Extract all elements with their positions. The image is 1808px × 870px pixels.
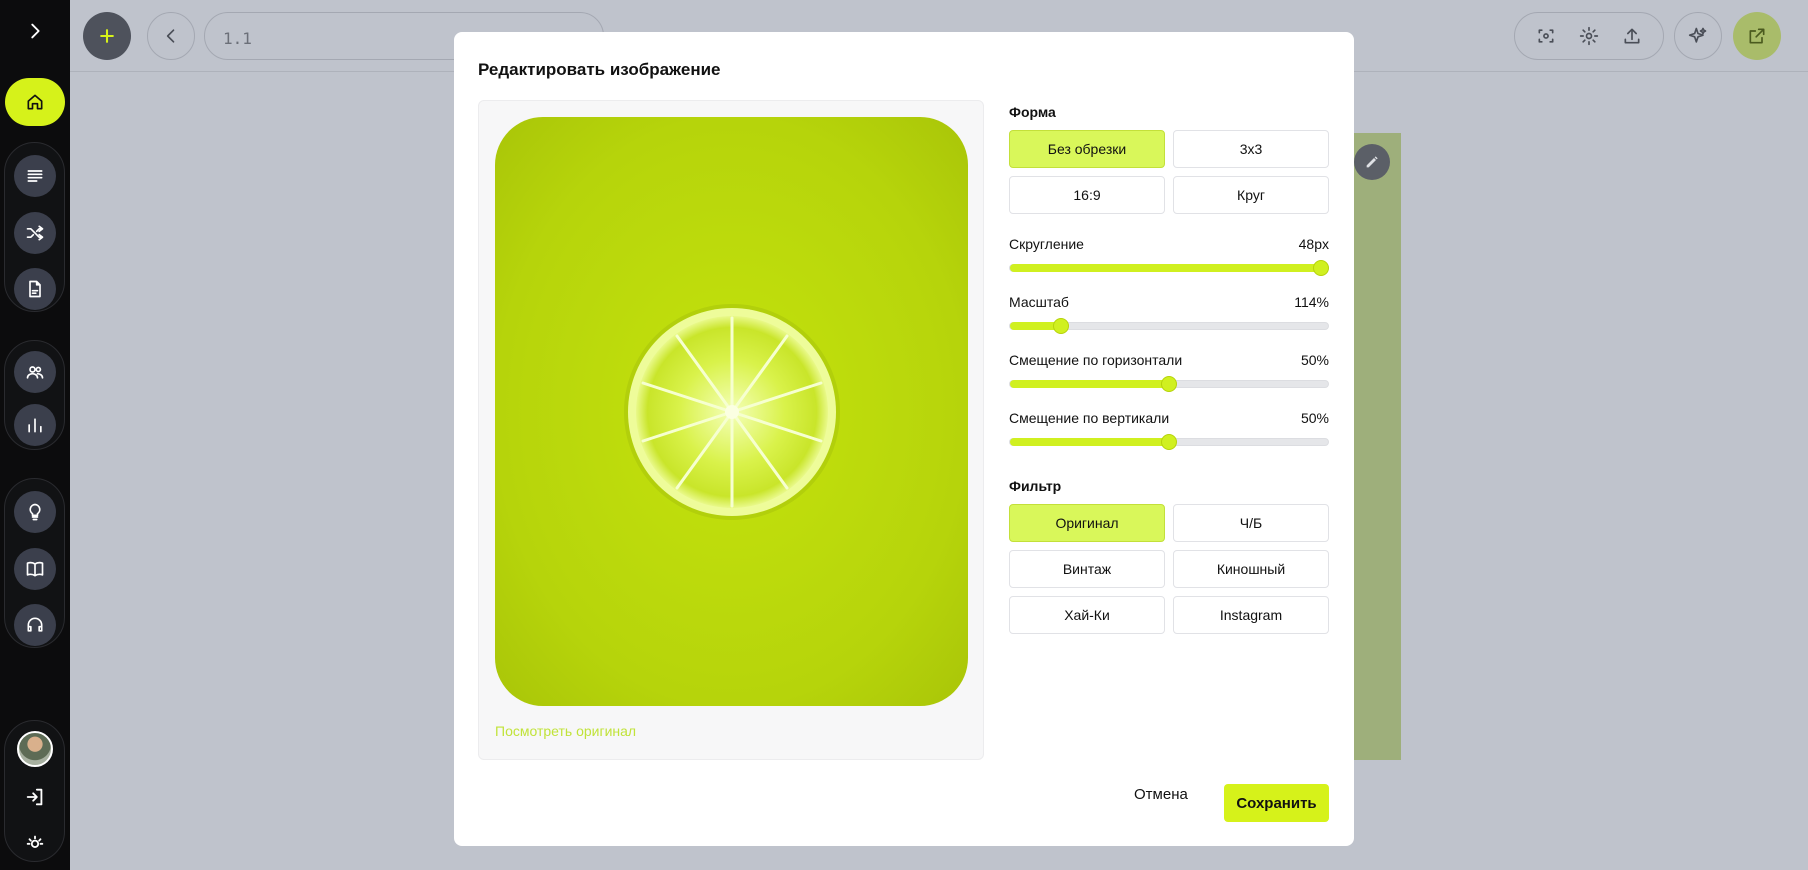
rounding-label: Скругление	[1009, 236, 1084, 252]
slider-fill	[1010, 380, 1169, 388]
view-original-link[interactable]: Посмотреть оригинал	[495, 723, 636, 739]
sidebar-group-analytics	[4, 340, 65, 450]
support-button[interactable]	[13, 604, 56, 646]
rounding-slider[interactable]	[1009, 260, 1329, 276]
gear-icon	[1579, 26, 1599, 46]
slider-thumb[interactable]	[1161, 434, 1177, 450]
slider-thumb[interactable]	[1313, 260, 1329, 276]
scan-eye-icon	[1538, 29, 1554, 43]
preview-button[interactable]	[1536, 26, 1556, 46]
shape-option-16-9[interactable]: 16:9	[1009, 176, 1165, 214]
image-preview-panel: Посмотреть оригинал	[478, 100, 984, 760]
scale-label: Масштаб	[1009, 294, 1069, 310]
vertical-offset-label: Смещение по вертикали	[1009, 410, 1170, 426]
vertical-offset-slider-block: Смещение по вертикали 50%	[1009, 410, 1329, 450]
scale-slider[interactable]	[1009, 318, 1329, 334]
text-lines-icon	[27, 170, 43, 182]
edit-image-dialog: Редактировать изображение Посмотреть ори…	[454, 32, 1354, 846]
filter-options: Оригинал Ч/Б Винтаж Киношный Хай-Ки Inst…	[1009, 504, 1329, 634]
filter-option-bw[interactable]: Ч/Б	[1173, 504, 1329, 542]
sparkles-icon	[1688, 27, 1707, 43]
slider-thumb[interactable]	[1161, 376, 1177, 392]
background-edit-button[interactable]	[1354, 144, 1390, 180]
scale-value: 114%	[1294, 294, 1329, 310]
slider-fill	[1010, 438, 1169, 446]
shape-option-no-crop[interactable]: Без обрезки	[1009, 130, 1165, 168]
ideas-button[interactable]	[13, 491, 56, 533]
chevron-left-icon	[166, 29, 175, 43]
vertical-offset-slider[interactable]	[1009, 434, 1329, 450]
book-icon	[26, 561, 43, 577]
open-external-button[interactable]	[1733, 12, 1781, 60]
shuffle-icon	[26, 225, 43, 241]
filter-option-cinematic[interactable]: Киношный	[1173, 550, 1329, 588]
filter-option-vintage[interactable]: Винтаж	[1009, 550, 1165, 588]
upload-icon	[1624, 28, 1640, 44]
sidebar-group-content	[4, 142, 65, 312]
shuffle-button[interactable]	[13, 212, 56, 254]
image-preview	[495, 117, 968, 706]
home-icon	[27, 94, 43, 110]
external-link-icon	[1749, 28, 1765, 44]
horizontal-offset-label: Смещение по горизонтали	[1009, 352, 1183, 368]
document-button[interactable]	[13, 268, 56, 310]
expand-sidebar-button[interactable]	[24, 20, 46, 42]
horizontal-offset-value: 50%	[1300, 352, 1329, 368]
analytics-button[interactable]	[13, 404, 56, 446]
shape-section-label: Форма	[1009, 104, 1056, 120]
vertical-offset-value: 50%	[1300, 410, 1329, 426]
home-button[interactable]	[5, 78, 65, 126]
rounding-slider-block: Скругление 48px	[1009, 236, 1329, 276]
upload-button[interactable]	[1622, 26, 1642, 46]
logout-button[interactable]	[24, 786, 46, 808]
document-icon	[28, 280, 41, 298]
sidebar-group-account	[4, 720, 65, 862]
add-button[interactable]	[83, 12, 131, 60]
bar-chart-icon	[27, 418, 42, 433]
knowledge-base-button[interactable]	[13, 548, 56, 590]
sun-icon	[26, 835, 43, 848]
headset-icon	[27, 617, 43, 632]
horizontal-offset-slider[interactable]	[1009, 376, 1329, 392]
lime-slice-image	[623, 303, 840, 520]
ai-button[interactable]	[1674, 12, 1722, 60]
logout-icon	[26, 788, 42, 806]
filter-option-instagram[interactable]: Instagram	[1173, 596, 1329, 634]
pencil-icon	[1366, 156, 1378, 168]
text-button[interactable]	[13, 155, 56, 197]
dialog-title: Редактировать изображение	[478, 60, 721, 79]
shape-options: Без обрезки 3х3 16:9 Круг	[1009, 130, 1329, 214]
background-image-block	[1353, 133, 1401, 760]
users-icon	[26, 366, 43, 379]
rounding-value: 48px	[1298, 236, 1329, 252]
theme-toggle[interactable]	[24, 831, 46, 853]
save-button[interactable]: Сохранить	[1224, 784, 1329, 822]
sidebar-group-help	[4, 478, 65, 648]
filter-option-original[interactable]: Оригинал	[1009, 504, 1165, 542]
cancel-button[interactable]: Отмена	[1134, 786, 1188, 803]
slider-thumb[interactable]	[1052, 318, 1069, 334]
horizontal-offset-slider-block: Смещение по горизонтали 50%	[1009, 352, 1329, 392]
shape-option-circle[interactable]: Круг	[1173, 176, 1329, 214]
plus-icon	[100, 29, 114, 43]
toolbar-actions	[1514, 12, 1664, 60]
slider-fill	[1010, 264, 1328, 272]
lightbulb-icon	[28, 503, 41, 521]
users-button[interactable]	[13, 351, 56, 393]
filter-section-label: Фильтр	[1009, 478, 1062, 494]
sidebar	[0, 0, 70, 870]
scale-slider-block: Масштаб 114%	[1009, 294, 1329, 334]
avatar[interactable]	[16, 731, 53, 767]
filter-option-high-key[interactable]: Хай-Ки	[1009, 596, 1165, 634]
edit-controls: Форма Без обрезки 3х3 16:9 Круг Скруглен…	[1009, 100, 1329, 634]
shape-option-3x3[interactable]: 3х3	[1173, 130, 1329, 168]
back-button[interactable]	[147, 12, 195, 60]
chevron-right-icon	[31, 23, 40, 39]
settings-button[interactable]	[1579, 26, 1599, 46]
